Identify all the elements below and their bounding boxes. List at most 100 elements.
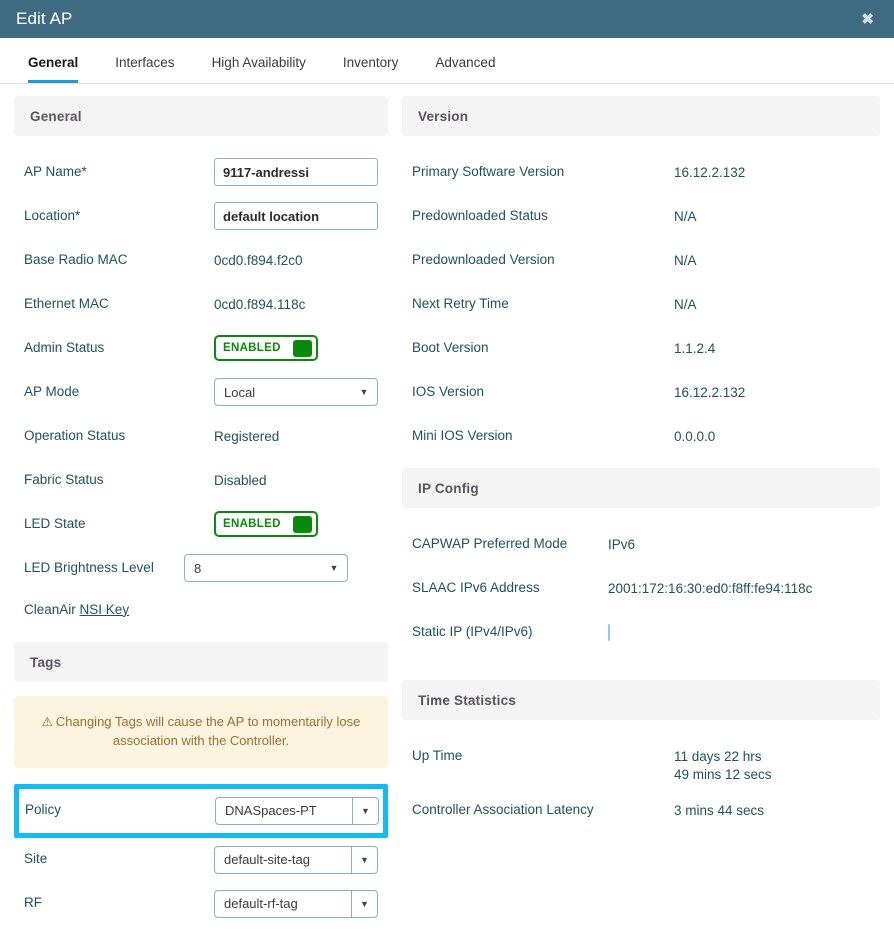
fabric-status-label: Fabric Status <box>24 471 104 487</box>
up-time-label: Up Time <box>412 748 463 763</box>
admin-status-toggle-label: ENABLED <box>223 342 281 354</box>
row-led-brightness: LED Brightness Level 8 ▼ <box>14 546 388 590</box>
fabric-status-value: Disabled <box>214 472 267 488</box>
row-predownloaded-version: Predownloaded Version N/A <box>402 238 880 282</box>
right-column: Version Primary Software Version 16.12.2… <box>400 96 894 926</box>
boot-version-label: Boot Version <box>412 339 489 355</box>
tab-high-availability[interactable]: High Availability <box>212 55 306 84</box>
slaac-ipv6-address-label: SLAAC IPv6 Address <box>412 579 540 595</box>
operation-status-value: Registered <box>214 428 280 444</box>
row-ap-mode: AP Mode Local ▼ <box>14 370 388 414</box>
predownloaded-version-value: N/A <box>674 252 697 268</box>
row-slaac-ipv6-address: SLAAC IPv6 Address 2001:172:16:30:ed0:f8… <box>402 566 880 610</box>
row-ios-version: IOS Version 16.12.2.132 <box>402 370 880 414</box>
row-rf-tag: RF default-rf-tag ▼ <box>14 882 388 926</box>
predownloaded-status-value: N/A <box>674 208 697 224</box>
admin-status-toggle[interactable]: ENABLED <box>214 335 318 361</box>
slaac-ipv6-address-value: 2001:172:16:30:ed0:f8ff:fe94:118c <box>608 580 813 596</box>
next-retry-time-value: N/A <box>674 296 697 312</box>
policy-highlight-box: Policy DNASpaces-PT ▼ <box>14 783 388 838</box>
rf-tag-field: default-rf-tag ▼ <box>214 889 388 918</box>
site-tag-label: Site <box>24 851 48 867</box>
led-brightness-field: 8 ▼ <box>184 554 388 582</box>
static-ip-label: Static IP (IPv4/IPv6) <box>412 623 533 639</box>
rf-tag-selected-value: default-rf-tag <box>224 896 298 912</box>
row-controller-association-latency: Controller Association Latency 3 mins 44… <box>402 788 880 832</box>
location-input[interactable]: default location <box>214 202 378 230</box>
mini-ios-version-label: Mini IOS Version <box>412 427 513 443</box>
section-version-header: Version <box>402 96 880 136</box>
section-version-title: Version <box>418 108 469 124</box>
section-ip-config-title: IP Config <box>418 480 479 496</box>
left-column: General AP Name* 9117-andressi Location*… <box>0 96 400 926</box>
primary-software-version-label: Primary Software Version <box>412 163 565 179</box>
ethernet-mac-value: 0cd0.f894.118c <box>214 296 306 312</box>
rf-tag-select[interactable]: default-rf-tag ▼ <box>214 889 378 918</box>
ios-version-label: IOS Version <box>412 383 485 399</box>
ap-mode-selected-value: Local <box>224 384 256 400</box>
row-primary-software-version: Primary Software Version 16.12.2.132 <box>402 150 880 194</box>
close-icon[interactable]: ✖ <box>855 8 880 31</box>
location-label: Location* <box>24 207 81 223</box>
rf-tag-label: RF <box>24 895 42 911</box>
section-tags-header: Tags <box>14 642 388 682</box>
row-base-radio-mac: Base Radio MAC 0cd0.f894.f2c0 <box>14 238 388 282</box>
led-brightness-select[interactable]: 8 ▼ <box>184 554 348 582</box>
row-predownloaded-status: Predownloaded Status N/A <box>402 194 880 238</box>
mini-ios-version-value: 0.0.0.0 <box>674 428 716 444</box>
ap-mode-select[interactable]: Local ▼ <box>214 378 378 406</box>
capwap-preferred-mode-value: IPv6 <box>608 536 636 552</box>
section-general-header: General <box>14 96 388 136</box>
policy-tag-select[interactable]: DNASpaces-PT ▼ <box>215 796 379 825</box>
chevron-down-icon: ▼ <box>329 563 339 573</box>
row-ap-name: AP Name* 9117-andressi <box>14 150 388 194</box>
tab-inventory[interactable]: Inventory <box>343 55 399 84</box>
led-brightness-label: LED Brightness Level <box>24 559 154 575</box>
section-time-statistics-header: Time Statistics <box>402 680 880 720</box>
section-ip-config-header: IP Config <box>402 468 880 508</box>
row-operation-status: Operation Status Registered <box>14 414 388 458</box>
tab-advanced[interactable]: Advanced <box>435 55 495 84</box>
row-cleanair: CleanAir NSI Key <box>14 590 388 630</box>
dialog-titlebar: Edit AP ✖ <box>0 0 894 38</box>
tags-warning-text: Changing Tags will cause the AP to momen… <box>55 714 361 748</box>
ethernet-mac-label: Ethernet MAC <box>24 295 109 311</box>
boot-version-value: 1.1.2.4 <box>674 340 716 356</box>
row-static-ip: Static IP (IPv4/IPv6) <box>402 610 880 654</box>
row-next-retry-time: Next Retry Time N/A <box>402 282 880 326</box>
base-radio-mac-label: Base Radio MAC <box>24 251 128 267</box>
edit-ap-dialog: Edit AP ✖ General Interfaces High Availa… <box>0 0 894 931</box>
led-state-toggle-label: ENABLED <box>223 518 281 530</box>
policy-tag-field: DNASpaces-PT ▼ <box>215 796 379 825</box>
admin-status-label: Admin Status <box>24 339 105 355</box>
row-up-time: Up Time 11 days 22 hrs 49 mins 12 secs <box>402 734 880 788</box>
led-brightness-selected-value: 8 <box>194 560 202 576</box>
tab-interfaces[interactable]: Interfaces <box>115 55 174 84</box>
site-tag-field: default-site-tag ▼ <box>214 845 388 874</box>
nsi-key-link[interactable]: NSI Key <box>80 602 130 617</box>
chevron-down-icon: ▼ <box>359 387 369 397</box>
ap-name-label: AP Name* <box>24 163 87 179</box>
cleanair-label: CleanAir NSI Key <box>24 602 214 619</box>
site-tag-select[interactable]: default-site-tag ▼ <box>214 845 378 874</box>
section-tags-title: Tags <box>30 654 62 670</box>
chevron-down-icon: ▼ <box>352 797 378 824</box>
operation-status-label: Operation Status <box>24 427 126 443</box>
static-ip-checkbox[interactable] <box>608 623 610 641</box>
tags-warning-banner: ⚠ Changing Tags will cause the AP to mome… <box>14 696 388 768</box>
predownloaded-status-label: Predownloaded Status <box>412 207 548 223</box>
ap-name-input[interactable]: 9117-andressi <box>214 158 378 186</box>
ap-name-field: 9117-andressi <box>214 158 388 186</box>
toggle-knob-icon <box>293 339 312 357</box>
cleanair-text: CleanAir <box>24 601 76 617</box>
ios-version-value: 16.12.2.132 <box>674 384 746 400</box>
controller-association-latency-label: Controller Association Latency <box>412 801 594 817</box>
predownloaded-version-label: Predownloaded Version <box>412 251 555 267</box>
row-led-state: LED State ENABLED <box>14 502 388 546</box>
row-mini-ios-version: Mini IOS Version 0.0.0.0 <box>402 414 880 458</box>
tab-general[interactable]: General <box>28 55 79 83</box>
static-ip-field <box>608 623 880 641</box>
section-general-title: General <box>30 108 82 124</box>
led-state-toggle[interactable]: ENABLED <box>214 511 318 537</box>
ap-mode-field: Local ▼ <box>214 378 388 406</box>
